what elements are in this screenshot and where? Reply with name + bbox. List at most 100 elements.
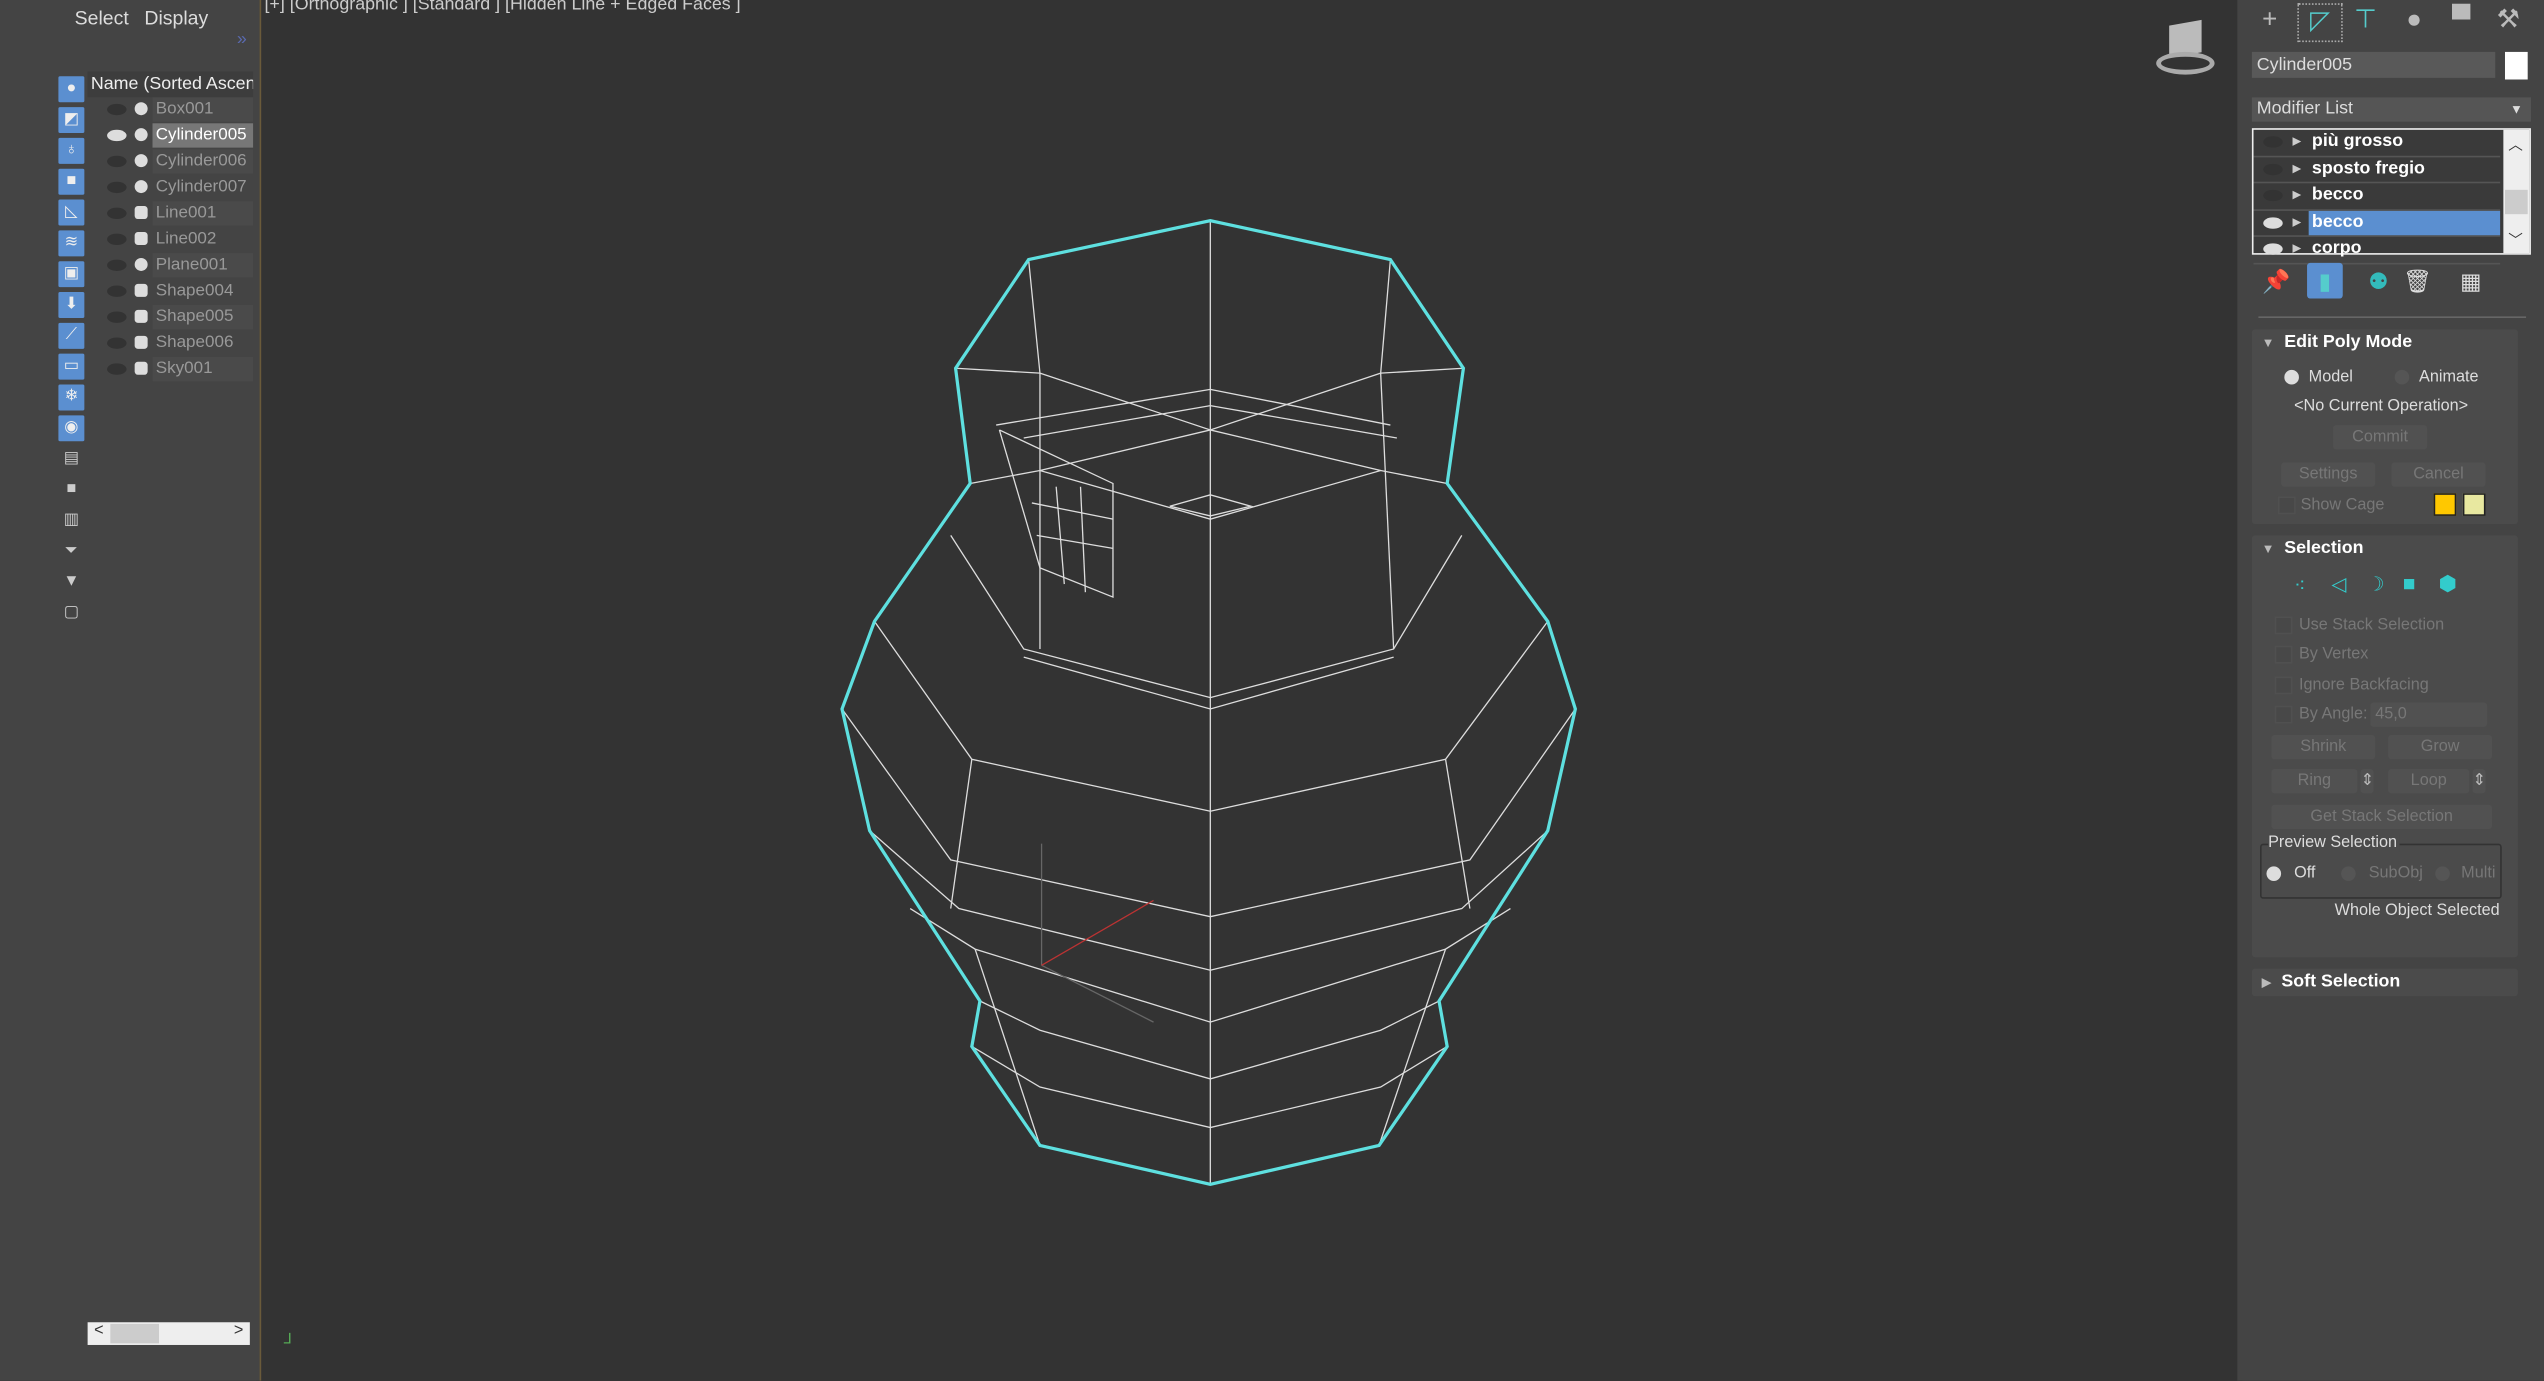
list-item[interactable]: Line001	[88, 201, 254, 226]
cage-color-swatch[interactable]	[2433, 493, 2457, 516]
utilities-tab-icon[interactable]: ⚒	[2487, 3, 2529, 39]
menu-select[interactable]: Select	[75, 6, 129, 29]
modifier-label[interactable]: sposto fregio	[2309, 157, 2500, 181]
expand-icon[interactable]: »	[237, 29, 247, 48]
list-item[interactable]: Plane001	[88, 253, 254, 278]
visibility-eye-icon[interactable]	[107, 233, 127, 245]
filter-icon[interactable]: ⏷	[58, 539, 84, 565]
rollout-header[interactable]: ▶ Soft Selection	[2262, 972, 2401, 991]
object-name[interactable]: Line001	[152, 201, 254, 226]
shrink-button[interactable]: Shrink	[2271, 734, 2376, 760]
display-all-icon[interactable]: ▤	[58, 446, 84, 472]
object-name[interactable]: Shape005	[152, 305, 254, 330]
modifier-label[interactable]: corpo	[2309, 237, 2500, 261]
name-column-header[interactable]: Name (Sorted Ascendi	[87, 71, 254, 98]
object-name[interactable]: Cylinder006	[152, 149, 254, 174]
remove-modifier-icon[interactable]: 🗑	[2400, 263, 2436, 299]
geometry-filter-icon[interactable]: ●	[58, 76, 85, 103]
by-vertex-checkbox[interactable]	[2274, 645, 2293, 664]
camera-filter-icon[interactable]: ■	[58, 168, 85, 195]
show-end-result-icon[interactable]: ▮	[2307, 262, 2343, 299]
visibility-eye-icon[interactable]	[107, 285, 127, 297]
ring-button[interactable]: Ring	[2271, 769, 2358, 794]
object-name-field[interactable]: Cylinder005	[2251, 51, 2496, 78]
modifier-label[interactable]: becco	[2308, 210, 2501, 235]
display-none-icon[interactable]: ■	[58, 477, 84, 503]
configure-sets-icon[interactable]: ▦	[2453, 263, 2489, 299]
element-mode-icon[interactable]: ⬢	[2438, 571, 2456, 597]
use-stack-checkbox[interactable]	[2274, 616, 2293, 635]
modifier-visibility-icon[interactable]	[2263, 243, 2283, 255]
rollout-header[interactable]: ▼ Edit Poly Mode	[2262, 333, 2413, 352]
viewcube-icon[interactable]	[2156, 19, 2215, 78]
filter-solid-icon[interactable]: ▼	[58, 569, 84, 595]
create-tab-icon[interactable]: +	[2249, 3, 2291, 39]
expand-arrow-icon[interactable]: ▶	[2292, 130, 2301, 154]
visibility-eye-icon[interactable]	[107, 337, 127, 349]
show-cage-checkbox[interactable]	[2277, 496, 2296, 515]
list-item[interactable]: Shape004	[88, 279, 250, 303]
visibility-eye-icon[interactable]	[107, 129, 127, 142]
xref-filter-icon[interactable]: ⬇	[58, 292, 85, 318]
make-unique-icon[interactable]: ⚉	[2361, 263, 2397, 299]
expand-arrow-icon[interactable]: ▶	[2292, 157, 2301, 181]
object-name[interactable]: Sky001	[152, 356, 254, 382]
hierarchy-tab-icon[interactable]: ⊤	[2344, 3, 2386, 39]
scroll-thumb[interactable]	[110, 1323, 159, 1344]
loop-spinner-icon[interactable]: ⇕	[2472, 769, 2486, 794]
object-color-swatch[interactable]	[2504, 51, 2528, 80]
visibility-eye-icon[interactable]	[107, 363, 127, 375]
object-name[interactable]: Box001	[152, 97, 254, 122]
expand-arrow-icon[interactable]: ▶	[2292, 183, 2301, 207]
visibility-eye-icon[interactable]	[107, 103, 127, 116]
modifier-visibility-icon[interactable]	[2263, 216, 2283, 228]
animate-radio[interactable]	[2394, 369, 2410, 385]
hidden-filter-icon[interactable]: ◉	[58, 415, 85, 442]
ignore-backfacing-checkbox[interactable]	[2274, 676, 2293, 695]
cage-selected-color-swatch[interactable]	[2462, 493, 2486, 516]
object-name[interactable]: Cylinder005	[152, 123, 254, 148]
modifier-stack-item[interactable]: ▶ corpo	[2253, 237, 2501, 264]
group-filter-icon[interactable]: ▣	[58, 261, 85, 288]
list-item[interactable]: Shape006	[88, 331, 250, 355]
modifier-label[interactable]: più grosso	[2309, 130, 2500, 154]
border-mode-icon[interactable]: ☽	[2367, 573, 2384, 596]
expand-arrow-icon[interactable]: ▶	[2292, 210, 2301, 234]
modifier-visibility-icon[interactable]	[2263, 136, 2283, 148]
scroll-left-button[interactable]: <	[94, 1322, 103, 1340]
helper-filter-icon[interactable]: ◺	[58, 199, 85, 226]
list-item[interactable]: Line002	[88, 227, 250, 251]
scroll-right-button[interactable]: >	[234, 1322, 243, 1340]
list-item[interactable]: Box001	[88, 97, 254, 122]
layer-icon[interactable]: ▢	[58, 600, 84, 626]
list-item[interactable]: Cylinder006	[88, 149, 254, 174]
settings-button[interactable]: Settings	[2281, 462, 2376, 487]
soft-selection-rollout[interactable]: ▶ Soft Selection	[2251, 968, 2518, 997]
list-item[interactable]: Shape005	[88, 305, 254, 330]
viewport-orthographic[interactable]: [+] [Orthographic ] [Standard ] [Hidden …	[259, 0, 2238, 1381]
list-item[interactable]: Cylinder007	[88, 175, 250, 199]
grow-button[interactable]: Grow	[2388, 734, 2493, 760]
vertex-mode-icon[interactable]: ⁖	[2294, 574, 2305, 597]
ring-spinner-icon[interactable]: ⇕	[2360, 769, 2374, 794]
modifier-visibility-icon[interactable]	[2263, 163, 2283, 175]
object-name[interactable]: Shape004	[153, 279, 254, 303]
rollout-header[interactable]: ▼ Selection	[2262, 539, 2364, 558]
visibility-eye-icon[interactable]	[107, 259, 127, 271]
edge-mode-icon[interactable]: ◁	[2331, 573, 2346, 596]
angle-spinner[interactable]: 45,0	[2370, 702, 2488, 727]
shape-filter-icon[interactable]: ◩	[58, 107, 85, 134]
bone-filter-icon[interactable]: ⟋	[58, 322, 85, 349]
light-filter-icon[interactable]: ♁	[58, 137, 85, 164]
preview-subobj-radio[interactable]	[2341, 866, 2356, 881]
list-item[interactable]: Cylinder005	[88, 123, 254, 148]
container-filter-icon[interactable]: ▭	[58, 353, 85, 380]
invert-icon[interactable]: ▥	[58, 508, 84, 534]
modifier-stack-item[interactable]: ▶ becco	[2253, 210, 2501, 237]
by-angle-checkbox[interactable]	[2274, 705, 2293, 724]
display-tab-icon[interactable]: ▀	[2440, 3, 2482, 39]
object-name[interactable]: Line002	[153, 227, 254, 251]
loop-button[interactable]: Loop	[2388, 769, 2470, 794]
modifier-list-dropdown[interactable]: Modifier List ▼	[2251, 97, 2531, 122]
get-stack-selection-button[interactable]: Get Stack Selection	[2271, 804, 2493, 830]
